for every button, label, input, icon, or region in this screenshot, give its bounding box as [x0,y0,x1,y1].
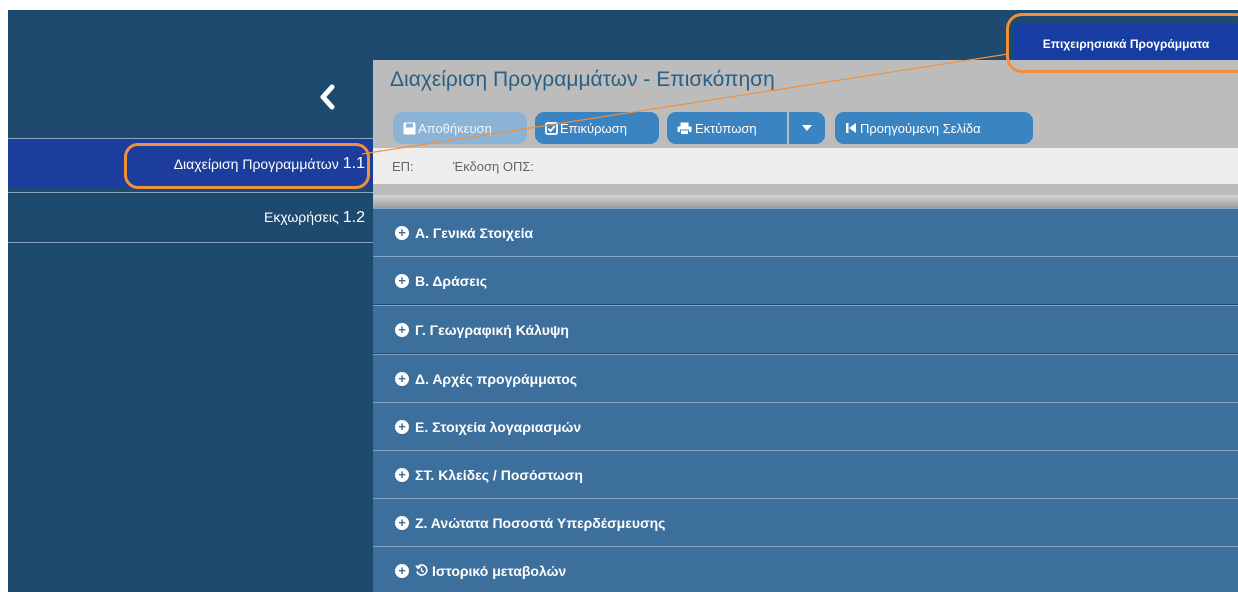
info-row: ΕΠ: Έκδοση ΟΠΣ: [373,148,1238,184]
print-options-dropdown[interactable] [789,112,825,144]
plus-circle-icon: + [395,273,409,288]
printer-icon [677,122,692,135]
previous-page-button-label: Προηγούμενη Σελίδα [860,120,981,136]
sidebar-item-number: 1.1 [342,154,365,172]
print-button-label: Εκτύπωση [695,120,757,136]
history-icon [415,564,428,576]
section-change-history[interactable]: + Ιστορικό μεταβολών [373,546,1238,592]
sidebar-collapse-button[interactable] [312,80,342,114]
page-title: Διαχείριση Προγραμμάτων - Επισκόπηση [390,68,775,91]
chevron-left-icon [320,84,335,110]
section-general-info[interactable]: + Α. Γενικά Στοιχεία [373,208,1238,256]
print-button[interactable]: Εκτύπωση [667,112,787,144]
save-button-label: Αποθήκευση [418,120,492,136]
section-label: Α. Γενικά Στοιχεία [415,224,534,241]
ops-version-label: Έκδοση ΟΠΣ: [453,159,535,174]
section-label: Ιστορικό μεταβολών [432,562,567,579]
plus-circle-icon: + [395,467,409,482]
top-menu-programs[interactable]: Επιχειρησιακά Προγράμματα [1014,24,1238,64]
sidebar-divider [8,242,373,243]
save-button[interactable]: Αποθήκευση [393,112,527,144]
plus-circle-icon: + [395,371,409,386]
section-label: Β. Δράσεις [415,272,488,289]
top-menu-label: Επιχειρησιακά Προγράμματα [1042,37,1210,51]
plus-circle-icon: + [395,419,409,434]
plus-circle-icon: + [395,563,409,578]
section-account-details[interactable]: + Ε. Στοιχεία λογαριασμών [373,402,1238,450]
plus-circle-icon: + [395,515,409,530]
sidebar-item-assignments[interactable]: Εκχωρήσεις 1.2 [8,192,373,242]
save-icon [403,122,416,134]
section-label: Γ. Γεωγραφική Κάλυψη [415,321,569,338]
section-keys-allocation[interactable]: + ΣΤ. Κλείδες / Ποσόστωση [373,450,1238,498]
previous-page-button[interactable]: Προηγούμενη Σελίδα [835,112,1033,144]
section-label: Ζ. Ανώτατα Ποσοστά Υπερδέσμευσης [415,514,666,531]
plus-circle-icon: + [395,322,409,337]
validate-button-label: Επικύρωση [560,120,627,136]
panel-shadow-divider [373,195,1238,208]
section-program-principles[interactable]: + Δ. Αρχές προγράμματος [373,354,1238,402]
sidebar-item-label: Εκχωρήσεις [264,209,339,225]
section-label: Δ. Αρχές προγράμματος [415,370,578,387]
check-square-icon [545,121,558,135]
section-label: Ε. Στοιχεία λογαριασμών [415,418,582,435]
sidebar-item-program-management[interactable]: Διαχείριση Προγραμμάτων 1.1 [8,138,373,188]
section-geographic-coverage[interactable]: + Γ. Γεωγραφική Κάλυψη [373,305,1238,353]
section-overcommitment-rates[interactable]: + Ζ. Ανώτατα Ποσοστά Υπερδέσμευσης [373,498,1238,546]
sidebar-item-label: Διαχείριση Προγραμμάτων [173,155,339,172]
step-backward-icon [846,123,856,133]
caret-down-icon [802,125,812,131]
validate-button[interactable]: Επικύρωση [535,112,659,144]
section-label: ΣΤ. Κλείδες / Ποσόστωση [415,466,583,483]
app-window: Επιχειρησιακά Προγράμματα Διαχείριση Προ… [8,10,1238,592]
main-header-panel: Διαχείριση Προγραμμάτων - Επισκόπηση Απο… [373,60,1238,208]
section-actions[interactable]: + Β. Δράσεις [373,256,1238,304]
plus-circle-icon: + [395,225,409,240]
sidebar: Διαχείριση Προγραμμάτων 1.1 Εκχωρήσεις 1… [8,10,373,592]
ep-label: ΕΠ: [392,159,414,174]
sidebar-item-number: 1.2 [342,209,365,226]
